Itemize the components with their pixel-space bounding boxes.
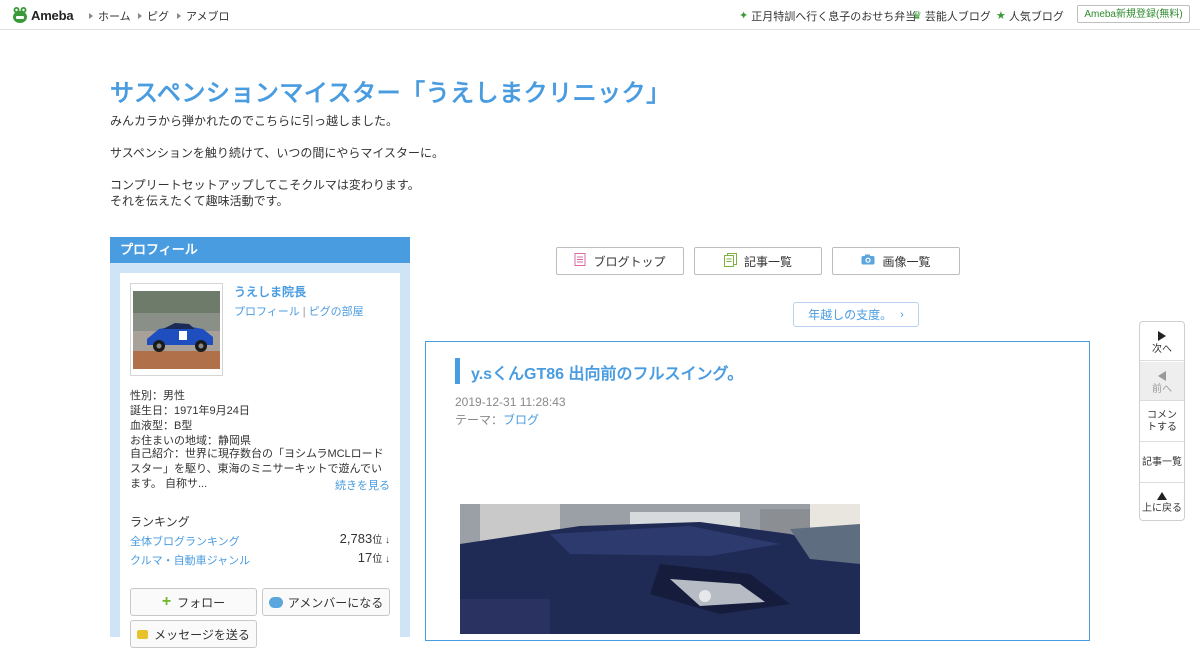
blog-description-line: それを伝えたくて趣味活動です。 bbox=[110, 194, 289, 208]
ranking-unit: 位 ↓ bbox=[372, 535, 390, 546]
tab-image-list-label: 画像一覧 bbox=[882, 254, 931, 269]
theme-link[interactable]: ブログ bbox=[503, 413, 539, 427]
ranking-number: 2,783 bbox=[339, 531, 373, 546]
celebrity-blog-link[interactable]: ♛ 芸能人ブログ bbox=[912, 8, 991, 24]
article-theme: テーマ：ブログ bbox=[455, 411, 539, 428]
genre-ranking-link[interactable]: クルマ・自動車ジャンル bbox=[130, 552, 250, 568]
arrow-up-icon bbox=[1157, 492, 1167, 500]
featured-link-label: 正月特訓へ行く息子のおせち弁当 bbox=[751, 11, 917, 23]
play-right-icon bbox=[1158, 331, 1166, 341]
back-to-top-button[interactable]: 上に戻る bbox=[1140, 484, 1184, 520]
back-to-top-label: 上に戻る bbox=[1142, 503, 1182, 514]
tab-blog-top-label: ブログトップ bbox=[593, 254, 666, 269]
article-list-button-label: 記事一覧 bbox=[1142, 457, 1182, 468]
previous-article-button[interactable]: 前へ bbox=[1140, 362, 1184, 401]
tab-blog-top[interactable]: ブログトップ bbox=[556, 247, 684, 275]
speech-bubble-icon bbox=[268, 596, 283, 608]
pig-room-link[interactable]: ピグの部屋 bbox=[309, 306, 364, 318]
profile-name[interactable]: うえしま院長 bbox=[234, 283, 306, 300]
read-more-link[interactable]: 続きを見る bbox=[335, 477, 390, 493]
nav-pig-label: ピグ bbox=[147, 11, 169, 23]
article-photo[interactable] bbox=[460, 504, 860, 634]
profile-widget: プロフィール うえしま院長 プロフィール | ピグの部屋 性別：男性 誕生日：1… bbox=[110, 237, 410, 648]
nav-ameblo[interactable]: アメブロ bbox=[177, 8, 229, 24]
floating-side-nav: 次へ 前へ コメントする 記事一覧 上に戻る bbox=[1139, 321, 1185, 521]
theme-prefix: テーマ： bbox=[455, 413, 504, 427]
message-button[interactable]: メッセージを送る bbox=[130, 620, 257, 648]
overall-ranking-link[interactable]: 全体ブログランキング bbox=[130, 533, 240, 549]
camera-icon bbox=[861, 254, 875, 268]
global-header: Ameba ホーム ピグ アメブロ ✦ 正月特訓へ行く息子のおせち弁当 ♛ 芸能… bbox=[0, 0, 1200, 30]
play-left-icon bbox=[1158, 371, 1166, 381]
nav-ameblo-label: アメブロ bbox=[186, 11, 230, 23]
plus-icon: + bbox=[161, 593, 172, 610]
blog-description-line: コンプリートセットアップしてこそクルマは変わります。 bbox=[110, 178, 420, 192]
avatar[interactable] bbox=[130, 283, 223, 376]
tab-article-list-label: 記事一覧 bbox=[743, 254, 792, 269]
follow-button-label: フォロー bbox=[177, 595, 226, 610]
next-article-button[interactable]: 次へ bbox=[1140, 322, 1184, 361]
profile-region: お住まいの地域：静岡県 bbox=[130, 435, 251, 447]
tab-image-list[interactable]: 画像一覧 bbox=[832, 247, 960, 275]
profile-blood-type: 血液型：B型 bbox=[130, 420, 193, 432]
blog-title[interactable]: サスペンションマイスター「うえしまクリニック」 bbox=[110, 73, 671, 108]
profile-heading: プロフィール bbox=[110, 237, 410, 263]
celebrity-blog-label: 芸能人ブログ bbox=[924, 11, 991, 23]
crown-icon: ♛ bbox=[912, 9, 922, 22]
title-accent-bar bbox=[455, 358, 460, 384]
blog-description-line: サスペンションを触り続けて、いつの間にやらマイスターに。 bbox=[110, 146, 444, 160]
previous-entry-link[interactable]: 年越しの支度。 › bbox=[793, 302, 919, 327]
star-icon: ★ bbox=[996, 9, 1006, 22]
divider: | bbox=[302, 306, 306, 318]
avatar-car-image bbox=[133, 291, 220, 369]
profile-gender: 性別：男性 bbox=[130, 390, 185, 402]
comment-button-label: コメントする bbox=[1147, 410, 1177, 433]
next-article-label: 次へ bbox=[1152, 344, 1172, 355]
sparkle-icon: ✦ bbox=[739, 9, 749, 22]
follow-button[interactable]: + フォロー bbox=[130, 588, 257, 616]
comment-button[interactable]: コメントする bbox=[1140, 402, 1184, 442]
envelope-icon bbox=[137, 629, 149, 639]
triangle-right-icon bbox=[138, 13, 142, 19]
triangle-right-icon bbox=[89, 13, 93, 19]
register-button[interactable]: Ameba新規登録(無料) bbox=[1077, 5, 1190, 23]
popular-blog-label: 人気ブログ bbox=[1008, 11, 1064, 23]
ranking-row: 全体ブログランキング 2,783位 ↓ bbox=[130, 531, 390, 549]
triangle-right-icon bbox=[177, 13, 181, 19]
amember-button-label: アメンバーになる bbox=[287, 595, 384, 610]
profile-birthday: 誕生日：1971年9月24日 bbox=[130, 405, 250, 417]
article-title[interactable]: y.sくんGT86 出向前のフルスイング。 bbox=[471, 360, 743, 384]
genre-ranking-value: 17位 ↓ bbox=[358, 550, 390, 565]
blog-description-line: みんカラから弾かれたのでこちらに引っ越しました。 bbox=[110, 114, 399, 128]
ranking-title: ランキング bbox=[130, 515, 190, 529]
overall-ranking-value: 2,783位 ↓ bbox=[340, 531, 390, 546]
ranking-row: クルマ・自動車ジャンル 17位 ↓ bbox=[130, 550, 390, 568]
ameba-logo[interactable]: Ameba bbox=[12, 5, 74, 25]
previous-entry-label: 年越しの支度。 bbox=[808, 308, 893, 322]
article-list-button[interactable]: 記事一覧 bbox=[1140, 443, 1184, 483]
article-date: 2019-12-31 11:28:43 bbox=[455, 395, 566, 409]
amember-button[interactable]: アメンバーになる bbox=[262, 588, 390, 616]
list-icon bbox=[723, 252, 737, 270]
profile-body: うえしま院長 プロフィール | ピグの部屋 性別：男性 誕生日：1971年9月24日… bbox=[120, 273, 400, 648]
ameba-frog-icon bbox=[12, 6, 28, 24]
message-button-label: メッセージを送る bbox=[154, 627, 250, 642]
profile-link[interactable]: プロフィール bbox=[234, 306, 300, 318]
previous-article-label: 前へ bbox=[1152, 384, 1172, 395]
popular-blog-link[interactable]: ★ 人気ブログ bbox=[996, 8, 1064, 24]
document-icon bbox=[574, 253, 586, 269]
nav-pig[interactable]: ピグ bbox=[138, 8, 169, 24]
featured-link[interactable]: ✦ 正月特訓へ行く息子のおせち弁当 bbox=[739, 8, 916, 24]
logo-text: Ameba bbox=[31, 7, 74, 23]
nav-home[interactable]: ホーム bbox=[89, 8, 131, 24]
tab-article-list[interactable]: 記事一覧 bbox=[694, 247, 822, 275]
chevron-right-icon: › bbox=[900, 308, 904, 321]
ranking-number: 17 bbox=[357, 550, 373, 565]
profile-links: プロフィール | ピグの部屋 bbox=[234, 303, 364, 319]
ranking-unit: 位 ↓ bbox=[372, 554, 390, 565]
article: y.sくんGT86 出向前のフルスイング。 2019-12-31 11:28:4… bbox=[425, 341, 1090, 641]
nav-home-label: ホーム bbox=[98, 11, 131, 23]
